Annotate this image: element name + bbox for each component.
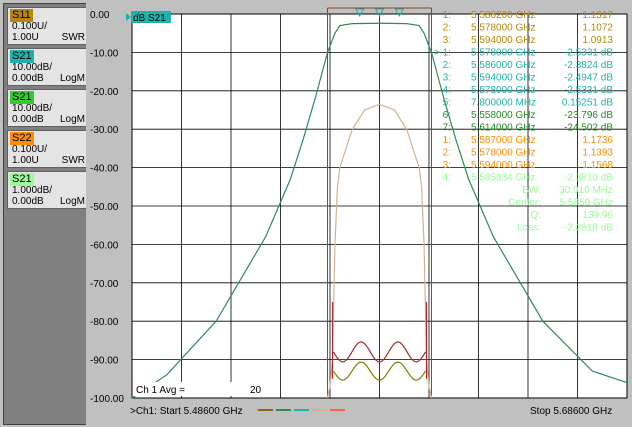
marker-frequency: 5.594000 GHz [471, 73, 536, 84]
trace-sidebar: S11 0.100U/1.00U SWR S21 10.00dB/0.00dB LogM S… [3, 3, 89, 425]
y-tick-label: -80.00 [90, 317, 119, 328]
trace-format: LogM [59, 73, 85, 84]
filter-stat-value: 5.5859 GHz [560, 198, 613, 209]
marker-number: 4: [443, 85, 451, 96]
marker-number: 2: [443, 148, 451, 159]
marker-value: -2.3810 dB [564, 173, 613, 184]
trace-box-4[interactable]: S22 0.100U/1.00U SWR [7, 130, 89, 168]
vna-window: S11 0.100U/1.00U SWR S21 10.00dB/0.00dB LogM S… [0, 0, 632, 427]
trace-format: LogM [59, 114, 85, 125]
marker-number: 2: [443, 60, 451, 71]
filter-stat-value: -2.3818 dB [564, 223, 613, 234]
marker-number: 1: [443, 10, 451, 21]
marker-frequency: 5.558000 GHz [471, 110, 536, 121]
filter-stat-label: Q: [530, 210, 541, 221]
marker-value: -23.796 dB [564, 110, 613, 121]
trace-scale: 0.100U/ [12, 144, 48, 155]
trace-box-3[interactable]: S21 10.00dB/0.00dB LogM [7, 89, 89, 127]
marker-number: 3: [443, 35, 451, 46]
trace-reference: 1.00U [12, 32, 39, 43]
y-tick-label: -60.00 [90, 240, 119, 251]
marker-frequency: 5.578000 GHz [471, 23, 536, 34]
trace-box-2[interactable]: S21 10.00dB/0.00dB LogM [7, 48, 89, 86]
trace-reference: 1.00U [12, 155, 39, 166]
marker-frequency: 5.585934 GHz [471, 173, 536, 184]
trace-format: LogM [59, 196, 85, 207]
footer-start: >Ch1: Start 5.48600 GHz [130, 406, 243, 417]
y-tick-label: -90.00 [90, 356, 119, 367]
marker-value: -2.3824 dB [564, 60, 613, 71]
marker-frequency: 5.578000 GHz [471, 148, 536, 159]
marker-number: 7: [443, 123, 451, 134]
trace-scale: 1.000dB/ [12, 185, 53, 196]
marker-number: 3: [443, 73, 451, 84]
avg-value: 20 [250, 385, 262, 396]
filter-stat-label: BW: [522, 185, 541, 196]
marker-number: 3: [443, 160, 451, 171]
filter-stat-label: Loss: [517, 223, 541, 234]
marker-value: 1.1072 [582, 23, 613, 34]
marker-frequency: 5.614000 GHz [471, 123, 536, 134]
y-tick-label: -10.00 [90, 48, 119, 59]
marker-frequency: 5.587000 GHz [471, 135, 536, 146]
marker-number: 5: [443, 98, 451, 109]
trace-format: SWR [61, 155, 85, 166]
marker-number: 4: [443, 173, 451, 184]
y-tick-label: -50.00 [90, 202, 119, 213]
trace-scale: 10.00dB/ [12, 103, 53, 114]
y-tick-label: 0.00 [90, 10, 110, 21]
y-tick-label: -20.00 [90, 87, 119, 98]
trace-scale: 10.00dB/ [12, 62, 53, 73]
marker-value: -2.5331 dB [564, 85, 613, 96]
marker-value: 1.1736 [582, 135, 613, 146]
marker-value: -24.502 dB [564, 123, 613, 134]
y-tick-label: -100.00 [90, 394, 124, 405]
marker-value: -2.5331 dB [564, 48, 613, 59]
marker-value: 1.1568 [582, 160, 613, 171]
marker-value: 0.15251 dB [562, 98, 613, 109]
marker-frequency: 5.578000 GHz [471, 85, 536, 96]
marker-value: -2.4947 dB [564, 73, 613, 84]
marker-frequency: 5.594000 GHz [471, 35, 536, 46]
filter-stat-value: 139.96 [582, 210, 613, 221]
y-tick-label: -30.00 [90, 125, 119, 136]
filter-stat-value: 30.910 MHz [559, 185, 613, 196]
marker-value: 1.1393 [582, 148, 613, 159]
plot-area: 0.00 -10.00 -20.00 -30.00 -40.00 -50.00 -60.00… [86, 0, 632, 427]
trace-box-5[interactable]: S21 1.000dB/0.00dB LogM [7, 171, 89, 209]
active-trace-label: dB S21 [133, 13, 166, 24]
marker-frequency: 5.578000 GHz [471, 48, 536, 59]
avg-label: Ch 1 Avg = [136, 385, 185, 396]
footer-stop: Stop 5.68600 GHz [530, 406, 612, 417]
y-tick-label: -70.00 [90, 279, 119, 290]
trace-format: SWR [61, 32, 85, 43]
marker-frequency: 5.586200 GHz [471, 10, 536, 21]
trace-reference: 0.00dB [12, 196, 44, 207]
y-tick-label: -40.00 [90, 164, 119, 175]
marker-frequency: 5.594000 GHz [471, 160, 536, 171]
trace-box-1[interactable]: S11 0.100U/1.00U SWR [7, 7, 89, 45]
trace-reference: 0.00dB [12, 73, 44, 84]
marker-number: 1: [443, 135, 451, 146]
marker-number: 6: [443, 110, 451, 121]
trace-scale: 0.100U/ [12, 21, 48, 32]
trace-reference: 0.00dB [12, 114, 44, 125]
marker-value: 1.0913 [582, 35, 613, 46]
marker-frequency: 5.586000 GHz [471, 60, 536, 71]
filter-stat-label: Center: [508, 198, 541, 209]
marker-number: 2: [443, 23, 451, 34]
marker-number: > 1: [434, 48, 451, 59]
marker-frequency: 7.800000 MHz [471, 98, 536, 109]
marker-value: 1.1317 [582, 10, 613, 21]
